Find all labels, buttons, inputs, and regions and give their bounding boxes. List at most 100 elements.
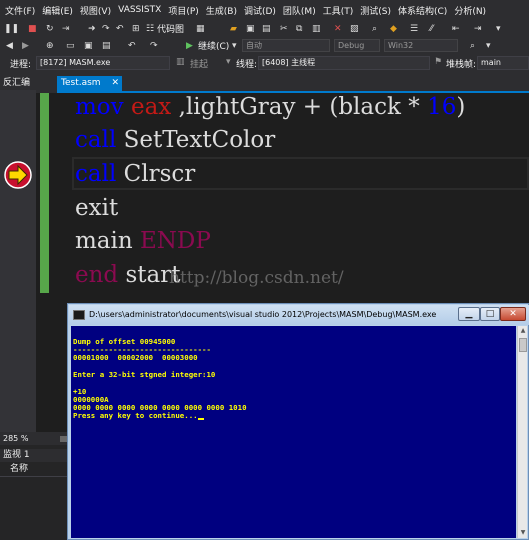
watermark: http://blog.csdn.net/ [169, 268, 344, 288]
step-into-icon[interactable]: ➜ [88, 22, 96, 35]
suspend-dropdown-icon[interactable]: ▾ [226, 57, 231, 67]
minimize-button[interactable]: ▁ [458, 307, 480, 321]
current-statement-arrow-icon[interactable] [4, 161, 32, 189]
open-file-icon[interactable]: ▭ [66, 39, 75, 52]
watch-title[interactable]: 监视 1 [0, 449, 70, 462]
scroll-thumb[interactable] [519, 338, 527, 352]
scroll-up-icon[interactable]: ▲ [518, 326, 528, 336]
properties-icon[interactable]: ☰ [410, 22, 418, 35]
bookmark-icon[interactable]: ◆ [390, 22, 397, 35]
scroll-down-icon[interactable]: ▼ [518, 528, 528, 538]
hex-display-icon[interactable]: ⊞ [132, 22, 140, 35]
menu-tools[interactable]: 工具(T) [322, 4, 360, 17]
menu-analyze[interactable]: 分析(N) [453, 4, 492, 17]
console-window[interactable]: D:\users\administrator\documents\visual … [67, 303, 529, 540]
platform-combo[interactable]: Win32 [384, 39, 458, 52]
menu-edit[interactable]: 编辑(E) [41, 4, 79, 17]
config-combo[interactable]: 自动 [242, 39, 330, 52]
code-line-4[interactable]: exit [75, 194, 118, 222]
save-file-icon[interactable]: ▣ [84, 39, 93, 52]
menu-file[interactable]: 文件(F) [4, 4, 41, 17]
step-out-icon[interactable]: ↶ [116, 22, 124, 35]
process-combo[interactable]: [8172] MASM.exe [36, 56, 170, 70]
zoom-control[interactable]: 285 % [0, 432, 70, 445]
code-line-3[interactable]: call Clrscr [75, 160, 195, 188]
code-line-6[interactable]: end start [75, 261, 180, 289]
find-icon[interactable]: ⌕ [372, 22, 377, 35]
redo-icon[interactable]: ↷ [150, 39, 158, 52]
paste-icon[interactable]: ▥ [312, 22, 321, 35]
stack-frame-combo[interactable]: main [477, 56, 529, 70]
continue-button[interactable]: 继续(C) [198, 39, 229, 52]
copy-icon[interactable]: ⧉ [296, 22, 302, 35]
toolbar-overflow-icon[interactable]: ▾ [486, 39, 491, 52]
menu-team[interactable]: 团队(M) [282, 4, 322, 17]
thread-combo[interactable]: [6408] 主线程 [258, 56, 430, 70]
menu-build[interactable]: 生成(B) [205, 4, 243, 17]
console-scrollbar[interactable]: ▲ ▼ [517, 326, 527, 538]
delete-icon[interactable]: ✕ [334, 22, 342, 35]
menu-test[interactable]: 测试(S) [359, 4, 397, 17]
menu-vassistx[interactable]: VASSISTX [117, 5, 167, 15]
step-over-icon[interactable]: ↷ [102, 22, 110, 35]
code-line-1[interactable]: mov eax ,lightGray + (black * 16) [75, 93, 465, 121]
folder-icon[interactable]: ▰ [230, 22, 237, 35]
tab-test-asm[interactable]: Test.asm ✕ [57, 76, 122, 91]
find-in-files-icon[interactable]: ⌕ [470, 39, 475, 52]
operand: ,lightGray + (black * [178, 94, 420, 120]
menu-debug[interactable]: 调试(D) [243, 4, 282, 17]
code-line-5[interactable]: main ENDP [75, 227, 211, 255]
code-map-label[interactable]: 代码图 [157, 22, 184, 35]
suspend-label[interactable]: 挂起 [190, 57, 208, 70]
lifecycle-icon[interactable]: ▥ [176, 57, 185, 67]
menu-project[interactable]: 项目(P) [167, 4, 204, 17]
console-output[interactable]: Dump of offset 00945000 ----------------… [71, 326, 516, 538]
continue-dropdown-icon[interactable]: ▾ [232, 39, 237, 52]
save-icon[interactable]: ▣ [246, 22, 255, 35]
save-all-files-icon[interactable]: ▤ [102, 39, 111, 52]
thread-label: 线程: [236, 60, 258, 70]
operand: Clrscr [123, 161, 196, 187]
forward-icon[interactable]: ▶ [22, 39, 29, 52]
console-cursor [197, 418, 204, 420]
maximize-button[interactable]: □ [480, 307, 500, 321]
stop-icon[interactable]: ■ [28, 22, 37, 35]
watch-name-column[interactable]: 名称 [0, 462, 70, 477]
show-next-statement-icon[interactable]: ⇥ [62, 22, 70, 35]
directive: ENDP [140, 228, 211, 254]
console-app-icon [73, 310, 85, 320]
close-tab-icon[interactable]: ✕ [111, 76, 119, 91]
outdent-icon[interactable]: ⇥ [474, 22, 482, 35]
indent-icon[interactable]: ⇤ [452, 22, 460, 35]
undo-icon[interactable]: ↶ [128, 39, 136, 52]
restart-icon[interactable]: ↻ [46, 22, 54, 35]
indicator-margin[interactable] [0, 90, 36, 432]
pause-icon[interactable]: ❚❚ [4, 22, 19, 35]
zoom-level[interactable]: 285 % [3, 434, 28, 443]
overflow-icon[interactable]: ▾ [496, 22, 501, 35]
comment-icon[interactable]: ⁄⁄ [430, 22, 433, 35]
menu-view[interactable]: 视图(V) [79, 4, 117, 17]
console-title: D:\users\administrator\documents\visual … [89, 310, 437, 319]
code-line-2[interactable]: call SetTextColor [75, 126, 275, 154]
close-button[interactable]: ✕ [500, 307, 526, 321]
console-title-bar[interactable]: D:\users\administrator\documents\visual … [69, 305, 529, 325]
disassembly-tab[interactable]: 反汇编 [0, 76, 60, 91]
watch-panel: 监视 1 名称 [0, 445, 70, 540]
cut-icon[interactable]: ✂ [280, 22, 288, 35]
solution-icon[interactable]: ▨ [350, 22, 359, 35]
standard-toolbar: ◀ ▶ ⊕ ▭ ▣ ▤ ↶ ↷ ▶ 继续(C) ▾ 自动 Debug Win32… [0, 37, 529, 54]
build-config-combo[interactable]: Debug [334, 39, 380, 52]
operand: SetTextColor [123, 127, 276, 153]
save-all-icon[interactable]: ▤ [262, 22, 271, 35]
directive: end [75, 262, 119, 288]
back-icon[interactable]: ◀ [6, 39, 13, 52]
stack-frame-label: 堆栈帧: [446, 60, 477, 70]
menu-architecture[interactable]: 体系结构(C) [397, 4, 453, 17]
breakpoints-icon[interactable]: ▦ [196, 22, 205, 35]
code-map-icon[interactable]: ☷ [146, 22, 154, 35]
new-project-icon[interactable]: ⊕ [46, 39, 54, 52]
continue-icon[interactable]: ▶ [186, 39, 193, 52]
tab-label: Test.asm [61, 78, 101, 88]
flag-icon[interactable]: ⚑ [434, 57, 442, 67]
